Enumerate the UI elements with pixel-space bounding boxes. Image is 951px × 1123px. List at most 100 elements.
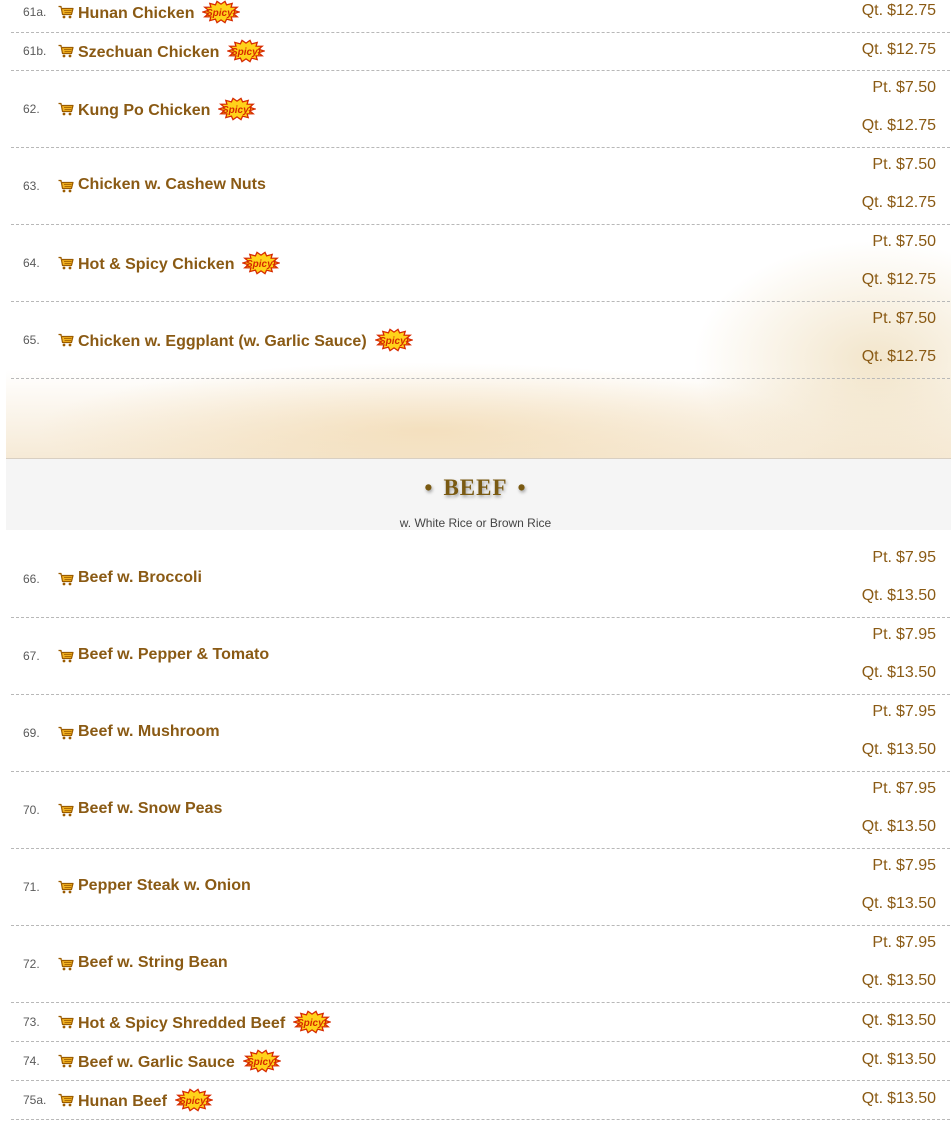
price-pint[interactable]: Pt. $7.50 (872, 79, 936, 97)
menu-item-row[interactable]: 71. Pepper Steak w. Onion Pt. $7.95 Qt. $13.5… (11, 848, 950, 926)
item-name-text[interactable]: Pepper Steak w. Onion (78, 877, 251, 894)
section-subtitle: w. White Rice or Brown Rice (399, 516, 552, 530)
price-pint[interactable]: Pt. $7.95 (872, 549, 936, 567)
price-quart[interactable]: Qt. $13.50 (862, 895, 936, 913)
price-pint[interactable]: Pt. $7.95 (872, 626, 936, 644)
item-name[interactable]: Szechuan Chicken Spicy! (78, 38, 267, 65)
price-quart[interactable]: Qt. $13.50 (862, 972, 936, 990)
item-name-text[interactable]: Szechuan Chicken (78, 44, 219, 61)
menu-item-row[interactable]: 69. Beef w. Mushroom Pt. $7.95 Qt. $13.50 (11, 694, 950, 772)
price-size: Pt. (872, 857, 892, 874)
price-quart[interactable]: Qt. $13.50 (862, 1090, 936, 1108)
cart-icon[interactable] (58, 957, 74, 971)
item-name-text[interactable]: Chicken w. Cashew Nuts (78, 176, 266, 193)
section-title-text: BEEF (443, 475, 508, 500)
menu-item-row[interactable]: 73. Hot & Spicy Shredded Beef Spicy! Qt. $13… (11, 1002, 950, 1042)
price-quart[interactable]: Qt. $13.50 (862, 664, 936, 682)
item-name-text[interactable]: Beef w. Snow Peas (78, 800, 222, 817)
menu-item-row[interactable]: 74. Beef w. Garlic Sauce Spicy! Qt. $13.50 (11, 1041, 950, 1081)
cart-icon[interactable] (58, 880, 74, 894)
cart-icon[interactable] (58, 726, 74, 740)
cart-icon[interactable] (58, 1054, 74, 1068)
menu-item-row[interactable]: 70. Beef w. Snow Peas Pt. $7.95 Qt. $13.50 (11, 771, 950, 849)
item-name-text[interactable]: Hunan Chicken (78, 5, 194, 22)
menu-item-row[interactable]: 61a. Hunan Chicken Spicy! Qt. $12.75 (11, 0, 950, 33)
price-pint[interactable]: Pt. $7.95 (872, 934, 936, 952)
menu-item-row[interactable]: 64. Hot & Spicy Chicken Spicy! Pt. $7.50 Qt. $… (11, 224, 950, 302)
item-name-text[interactable]: Chicken w. Eggplant (w. Garlic Sauce) (78, 333, 367, 350)
price-quart[interactable]: Qt. $12.75 (862, 2, 936, 20)
cart-icon[interactable] (58, 256, 74, 270)
price-pint[interactable]: Pt. $7.95 (872, 857, 936, 875)
item-name[interactable]: Hot & Spicy Chicken Spicy! (78, 250, 282, 277)
item-name[interactable]: Hunan Beef Spicy! (78, 1087, 214, 1114)
item-name[interactable]: Chicken w. Cashew Nuts (78, 176, 266, 194)
item-name-text[interactable]: Kung Po Chicken (78, 102, 210, 119)
menu-item-row[interactable]: 62. Kung Po Chicken Spicy! Pt. $7.50 Qt. $12.7… (11, 70, 950, 148)
price-pint[interactable]: Pt. $7.50 (872, 156, 936, 174)
price-quart[interactable]: Qt. $13.50 (862, 818, 936, 836)
item-name-text[interactable]: Beef w. String Bean (78, 954, 228, 971)
item-name[interactable]: Hot & Spicy Shredded Beef Spicy! (78, 1009, 333, 1036)
cart-icon[interactable] (58, 1093, 74, 1107)
item-name[interactable]: Beef w. Mushroom (78, 723, 220, 741)
item-name[interactable]: Beef w. String Bean (78, 954, 228, 972)
price-size: Qt. (861, 1089, 884, 1107)
cart-icon[interactable] (58, 1015, 74, 1029)
price-quart[interactable]: Qt. $13.50 (862, 1051, 936, 1069)
cart-icon[interactable] (58, 333, 74, 347)
price-quart[interactable]: Qt. $13.50 (862, 741, 936, 759)
price-quart[interactable]: Qt. $13.50 (862, 587, 936, 605)
price-quart[interactable]: Qt. $13.50 (862, 1012, 936, 1030)
price-quart[interactable]: Qt. $12.75 (862, 194, 936, 212)
item-name[interactable]: Kung Po Chicken Spicy! (78, 96, 258, 123)
price-pint[interactable]: Pt. $7.50 (872, 310, 936, 328)
item-name-text[interactable]: Beef w. Broccoli (78, 569, 202, 586)
cart-icon[interactable] (58, 5, 74, 19)
price-quart[interactable]: Qt. $12.75 (862, 271, 936, 289)
item-name[interactable]: Beef w. Broccoli (78, 569, 202, 587)
cart-icon[interactable] (58, 102, 74, 116)
menu-item-row[interactable]: 66. Beef w. Broccoli Pt. $7.95 Qt. $13.50 (11, 540, 950, 618)
menu-item-row[interactable]: 67. Beef w. Pepper & Tomato Pt. $7.95 Qt. $13… (11, 617, 950, 695)
item-name[interactable]: Beef w. Snow Peas (78, 800, 222, 818)
price-quart[interactable]: Qt. $12.75 (862, 117, 936, 135)
price-quart[interactable]: Qt. $12.75 (862, 348, 936, 366)
menu-item-row[interactable]: 63. Chicken w. Cashew Nuts Pt. $7.50 Qt. $12.… (11, 147, 950, 225)
item-name[interactable]: Hunan Chicken Spicy! (78, 0, 242, 26)
item-name-text[interactable]: Beef w. Garlic Sauce (78, 1054, 235, 1071)
price-amount: $7.50 (895, 233, 936, 250)
item-name-text[interactable]: Hunan Beef (78, 1093, 167, 1110)
menu-item-row[interactable]: 65. Chicken w. Eggplant (w. Garlic Sauce)… (11, 301, 950, 379)
price-quart[interactable]: Qt. $12.75 (862, 41, 936, 59)
item-name[interactable]: Beef w. Pepper & Tomato (78, 646, 269, 664)
price-size: Qt. (861, 972, 884, 989)
item-name[interactable]: Pepper Steak w. Onion (78, 877, 251, 895)
item-number: 70. (23, 802, 40, 817)
price-pint[interactable]: Pt. $7.50 (872, 233, 936, 251)
item-name[interactable]: Chicken w. Eggplant (w. Garlic Sauce) Spi… (78, 327, 414, 354)
item-name-text[interactable]: Hot & Spicy Chicken (78, 256, 234, 273)
cart-icon[interactable] (58, 44, 74, 58)
cart-icon[interactable] (58, 179, 74, 193)
item-number: 64. (23, 255, 40, 270)
price-amount: $13.50 (887, 1089, 936, 1107)
price-size: Qt. (861, 348, 884, 365)
spicy-badge-icon: Spicy! (217, 96, 258, 121)
svg-text:Spicy!: Spicy! (297, 1018, 328, 1029)
item-name[interactable]: Beef w. Garlic Sauce Spicy! (78, 1048, 282, 1075)
price-pint[interactable]: Pt. $7.95 (872, 703, 936, 721)
price-amount: $7.50 (895, 310, 936, 327)
menu-item-row[interactable]: 72. Beef w. String Bean Pt. $7.95 Qt. $13.50 (11, 925, 950, 1003)
cart-icon[interactable] (58, 803, 74, 817)
menu-item-row[interactable]: 75a. Hunan Beef Spicy! Qt. $13.50 (11, 1080, 950, 1120)
cart-icon[interactable] (58, 572, 74, 586)
menu-item-row[interactable]: 61b. Szechuan Chicken Spicy! Qt. $12.75 (11, 31, 950, 71)
item-name-text[interactable]: Beef w. Pepper & Tomato (78, 646, 269, 663)
cart-icon[interactable] (58, 649, 74, 663)
price-size: Pt. (872, 233, 892, 250)
price-pint[interactable]: Pt. $7.95 (872, 780, 936, 798)
price-size: Qt. (861, 741, 884, 758)
item-name-text[interactable]: Beef w. Mushroom (78, 723, 220, 740)
item-name-text[interactable]: Hot & Spicy Shredded Beef (78, 1015, 285, 1032)
